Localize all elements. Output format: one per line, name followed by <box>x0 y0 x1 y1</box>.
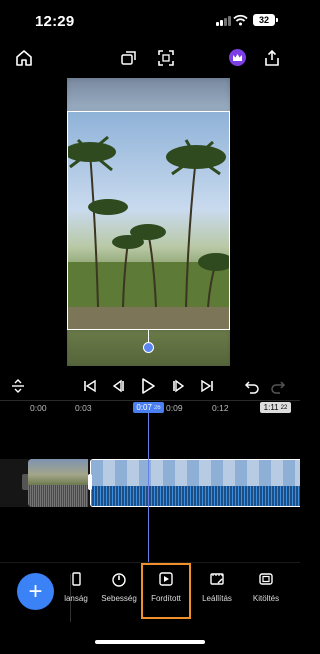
tool-partial[interactable]: lanság <box>56 570 96 603</box>
battery-indicator: 32 <box>253 14 278 26</box>
step-forward-icon[interactable] <box>168 375 190 397</box>
redo-icon[interactable] <box>267 375 289 397</box>
skip-start-icon[interactable] <box>79 375 101 397</box>
premium-crown-icon[interactable] <box>229 49 246 66</box>
fill-icon <box>257 570 275 588</box>
wifi-icon <box>233 14 248 26</box>
tool-label: Fordított <box>151 594 181 603</box>
ruler-tick: 0:12 <box>212 403 229 413</box>
ruler-tick: 0:00 <box>30 403 47 413</box>
duration-frames: 22 <box>280 404 288 411</box>
home-icon[interactable] <box>13 47 35 69</box>
partial-icon <box>67 570 85 588</box>
home-indicator <box>95 640 205 644</box>
ruler-tick: 0:03 <box>75 403 92 413</box>
skip-end-icon[interactable] <box>196 375 218 397</box>
step-back-icon[interactable] <box>107 375 129 397</box>
split-view-icon[interactable] <box>7 375 29 397</box>
add-button[interactable]: + <box>17 573 54 610</box>
tool-label: Sebesség <box>101 594 137 603</box>
tool-fill[interactable]: Kitöltés <box>244 570 288 603</box>
ruler-tick: 0:09 <box>166 403 183 413</box>
status-time: 12:29 <box>35 13 75 30</box>
fullscreen-icon[interactable] <box>155 47 177 69</box>
tool-label: Kitöltés <box>252 594 280 603</box>
play-icon[interactable] <box>137 375 159 397</box>
duration: 1:11 <box>263 403 279 412</box>
freeze-icon <box>208 570 226 588</box>
undo-icon[interactable] <box>241 375 263 397</box>
tool-freeze[interactable]: Leállítás <box>196 570 238 603</box>
tool-label: lanság <box>64 594 88 603</box>
selected-video-clip[interactable] <box>90 459 300 507</box>
current-frames: 26 <box>153 404 161 411</box>
crop-handle[interactable] <box>143 342 154 353</box>
tool-reverse[interactable]: Fordított <box>143 570 189 603</box>
clip-trim-handle[interactable] <box>88 474 92 490</box>
video-preview-frame[interactable] <box>67 111 230 330</box>
aspect-ratio-icon[interactable] <box>118 47 140 69</box>
current-time: 0:07 <box>136 403 152 412</box>
speed-icon <box>110 570 128 588</box>
share-icon[interactable] <box>261 47 283 69</box>
reverse-icon <box>157 570 175 588</box>
palm-trees-image <box>68 135 229 329</box>
duration-badge: 1:11 22 <box>260 402 291 413</box>
video-clip[interactable] <box>28 459 88 507</box>
playhead[interactable] <box>148 412 149 562</box>
tool-speed[interactable]: Sebesség <box>100 570 138 603</box>
signal-icon <box>216 15 231 26</box>
tool-label: Leállítás <box>202 594 232 603</box>
